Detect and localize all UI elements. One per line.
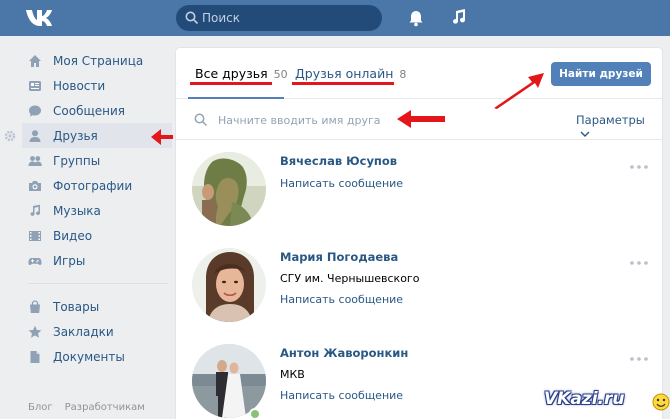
sidebar-item-label: Сообщения <box>53 103 126 118</box>
sidebar-item-label: Фотографии <box>53 178 133 193</box>
footer-link-blog[interactable]: Блог <box>28 402 53 413</box>
video-icon <box>29 230 41 241</box>
friend-name[interactable]: Мария Погодаева <box>280 250 398 264</box>
annotation-arrow-icon <box>151 129 173 145</box>
tab-all-friends[interactable]: Все друзья 50 <box>195 66 288 81</box>
sidebar-item-bookmarks[interactable]: Закладки <box>22 319 172 344</box>
sidebar-item-label: Закладки <box>53 324 114 339</box>
header-search[interactable] <box>176 5 382 31</box>
star-icon <box>28 325 42 338</box>
sidebar-item-label: Друзья <box>53 128 98 143</box>
watermark-text: VKazi.ru <box>544 389 625 409</box>
watermark: VKazi.ru <box>544 389 670 419</box>
friends-icon <box>29 129 41 142</box>
more-options-icon[interactable] <box>629 260 649 266</box>
sidebar-item-label: Товары <box>53 299 100 314</box>
annotation-underline-online-friends <box>292 82 394 85</box>
tab-online-count: 8 <box>399 68 407 81</box>
avatar[interactable] <box>192 152 266 226</box>
sidebar-item-label: Новости <box>53 78 106 93</box>
friend-info: МКВ <box>280 368 305 381</box>
groups-icon <box>28 155 42 166</box>
more-options-icon[interactable] <box>629 356 649 362</box>
sidebar-item-label: Музыка <box>53 203 101 218</box>
annotation-arrow-icon <box>494 73 544 109</box>
annotation-underline-all-friends <box>190 82 272 85</box>
gamepad-icon <box>28 257 42 265</box>
annotation-arrow-icon <box>397 110 445 128</box>
bag-icon <box>30 299 40 313</box>
parameters-label: Параметры <box>576 113 645 127</box>
sidebar-item-goods[interactable]: Товары <box>22 294 172 319</box>
online-status-indicator <box>249 408 261 419</box>
tab-friends-online[interactable]: Друзья онлайн 8 <box>295 66 406 81</box>
write-message-link[interactable]: Написать сообщение <box>280 389 403 402</box>
tab-all-label: Все друзья <box>195 66 268 81</box>
active-tab-indicator <box>188 97 284 99</box>
friend-university: СГУ им. Чернышевского <box>280 272 420 285</box>
sidebar-item-label: Моя Страница <box>53 53 144 68</box>
sidebar-divider <box>28 283 168 284</box>
friend-search-input[interactable] <box>218 108 498 132</box>
sidebar-item-photos[interactable]: Фотографии <box>22 173 172 198</box>
friend-name[interactable]: Вячеслав Юсупов <box>280 154 397 168</box>
sidebar-item-groups[interactable]: Группы <box>22 148 172 173</box>
avatar-photo-icon <box>192 248 266 322</box>
smiley-icon <box>652 393 670 411</box>
home-icon <box>29 54 41 67</box>
search-icon <box>194 113 208 127</box>
write-message-link[interactable]: Написать сообщение <box>280 177 403 190</box>
messages-icon <box>29 105 41 116</box>
top-header <box>0 0 670 36</box>
header-search-input[interactable] <box>202 5 372 31</box>
tab-all-count: 50 <box>273 68 288 81</box>
search-icon <box>185 11 199 25</box>
bell-icon[interactable] <box>407 9 425 27</box>
find-friends-button[interactable]: Найти друзей <box>551 62 651 86</box>
friends-panel: Все друзья 50 Друзья онлайн 8 Найти друзей… <box>176 48 662 419</box>
sidebar-item-messages[interactable]: Сообщения <box>22 98 172 123</box>
music-note-icon[interactable] <box>449 8 467 26</box>
sidebar-item-label: Документы <box>53 349 125 364</box>
avatar[interactable] <box>192 344 266 418</box>
sidebar-item-video[interactable]: Видео <box>22 223 172 248</box>
music-icon <box>30 204 41 216</box>
news-icon <box>29 80 41 91</box>
camera-icon <box>29 180 41 191</box>
sidebar-item-music[interactable]: Музыка <box>22 198 172 223</box>
avatar-photo-icon <box>192 344 266 418</box>
footer-link-developers[interactable]: Разработчикам <box>65 402 145 413</box>
avatar[interactable] <box>192 248 266 322</box>
sidebar-item-games[interactable]: Игры <box>22 248 172 273</box>
sidebar-item-label: Видео <box>53 228 93 243</box>
more-options-icon[interactable] <box>629 164 649 170</box>
parameters-dropdown[interactable]: Параметры <box>576 113 662 141</box>
sidebar-footer: Блог Разработчикам <box>28 402 157 413</box>
left-sidebar: Моя Страница Новости Сообщения Друзья Гр… <box>22 48 172 369</box>
sidebar-item-my-page[interactable]: Моя Страница <box>22 48 172 73</box>
friend-name[interactable]: Антон Жаворонкин <box>280 346 408 360</box>
avatar-photo-icon <box>192 152 266 226</box>
tab-online-label: Друзья онлайн <box>295 66 394 81</box>
friend-row: Вячеслав Юсупов Написать сообщение <box>176 146 662 242</box>
gear-icon[interactable] <box>4 130 16 142</box>
sidebar-item-label: Группы <box>53 153 101 168</box>
vk-logo-icon[interactable] <box>24 6 64 30</box>
friends-tabs: Все друзья 50 Друзья онлайн 8 Найти друзей <box>176 48 662 99</box>
document-icon <box>30 350 40 363</box>
sidebar-item-news[interactable]: Новости <box>22 73 172 98</box>
chevron-down-icon <box>580 131 590 137</box>
write-message-link[interactable]: Написать сообщение <box>280 293 403 306</box>
friend-row: Мария Погодаева СГУ им. Чернышевского На… <box>176 242 662 338</box>
sidebar-item-label: Игры <box>53 253 86 268</box>
sidebar-item-documents[interactable]: Документы <box>22 344 172 369</box>
